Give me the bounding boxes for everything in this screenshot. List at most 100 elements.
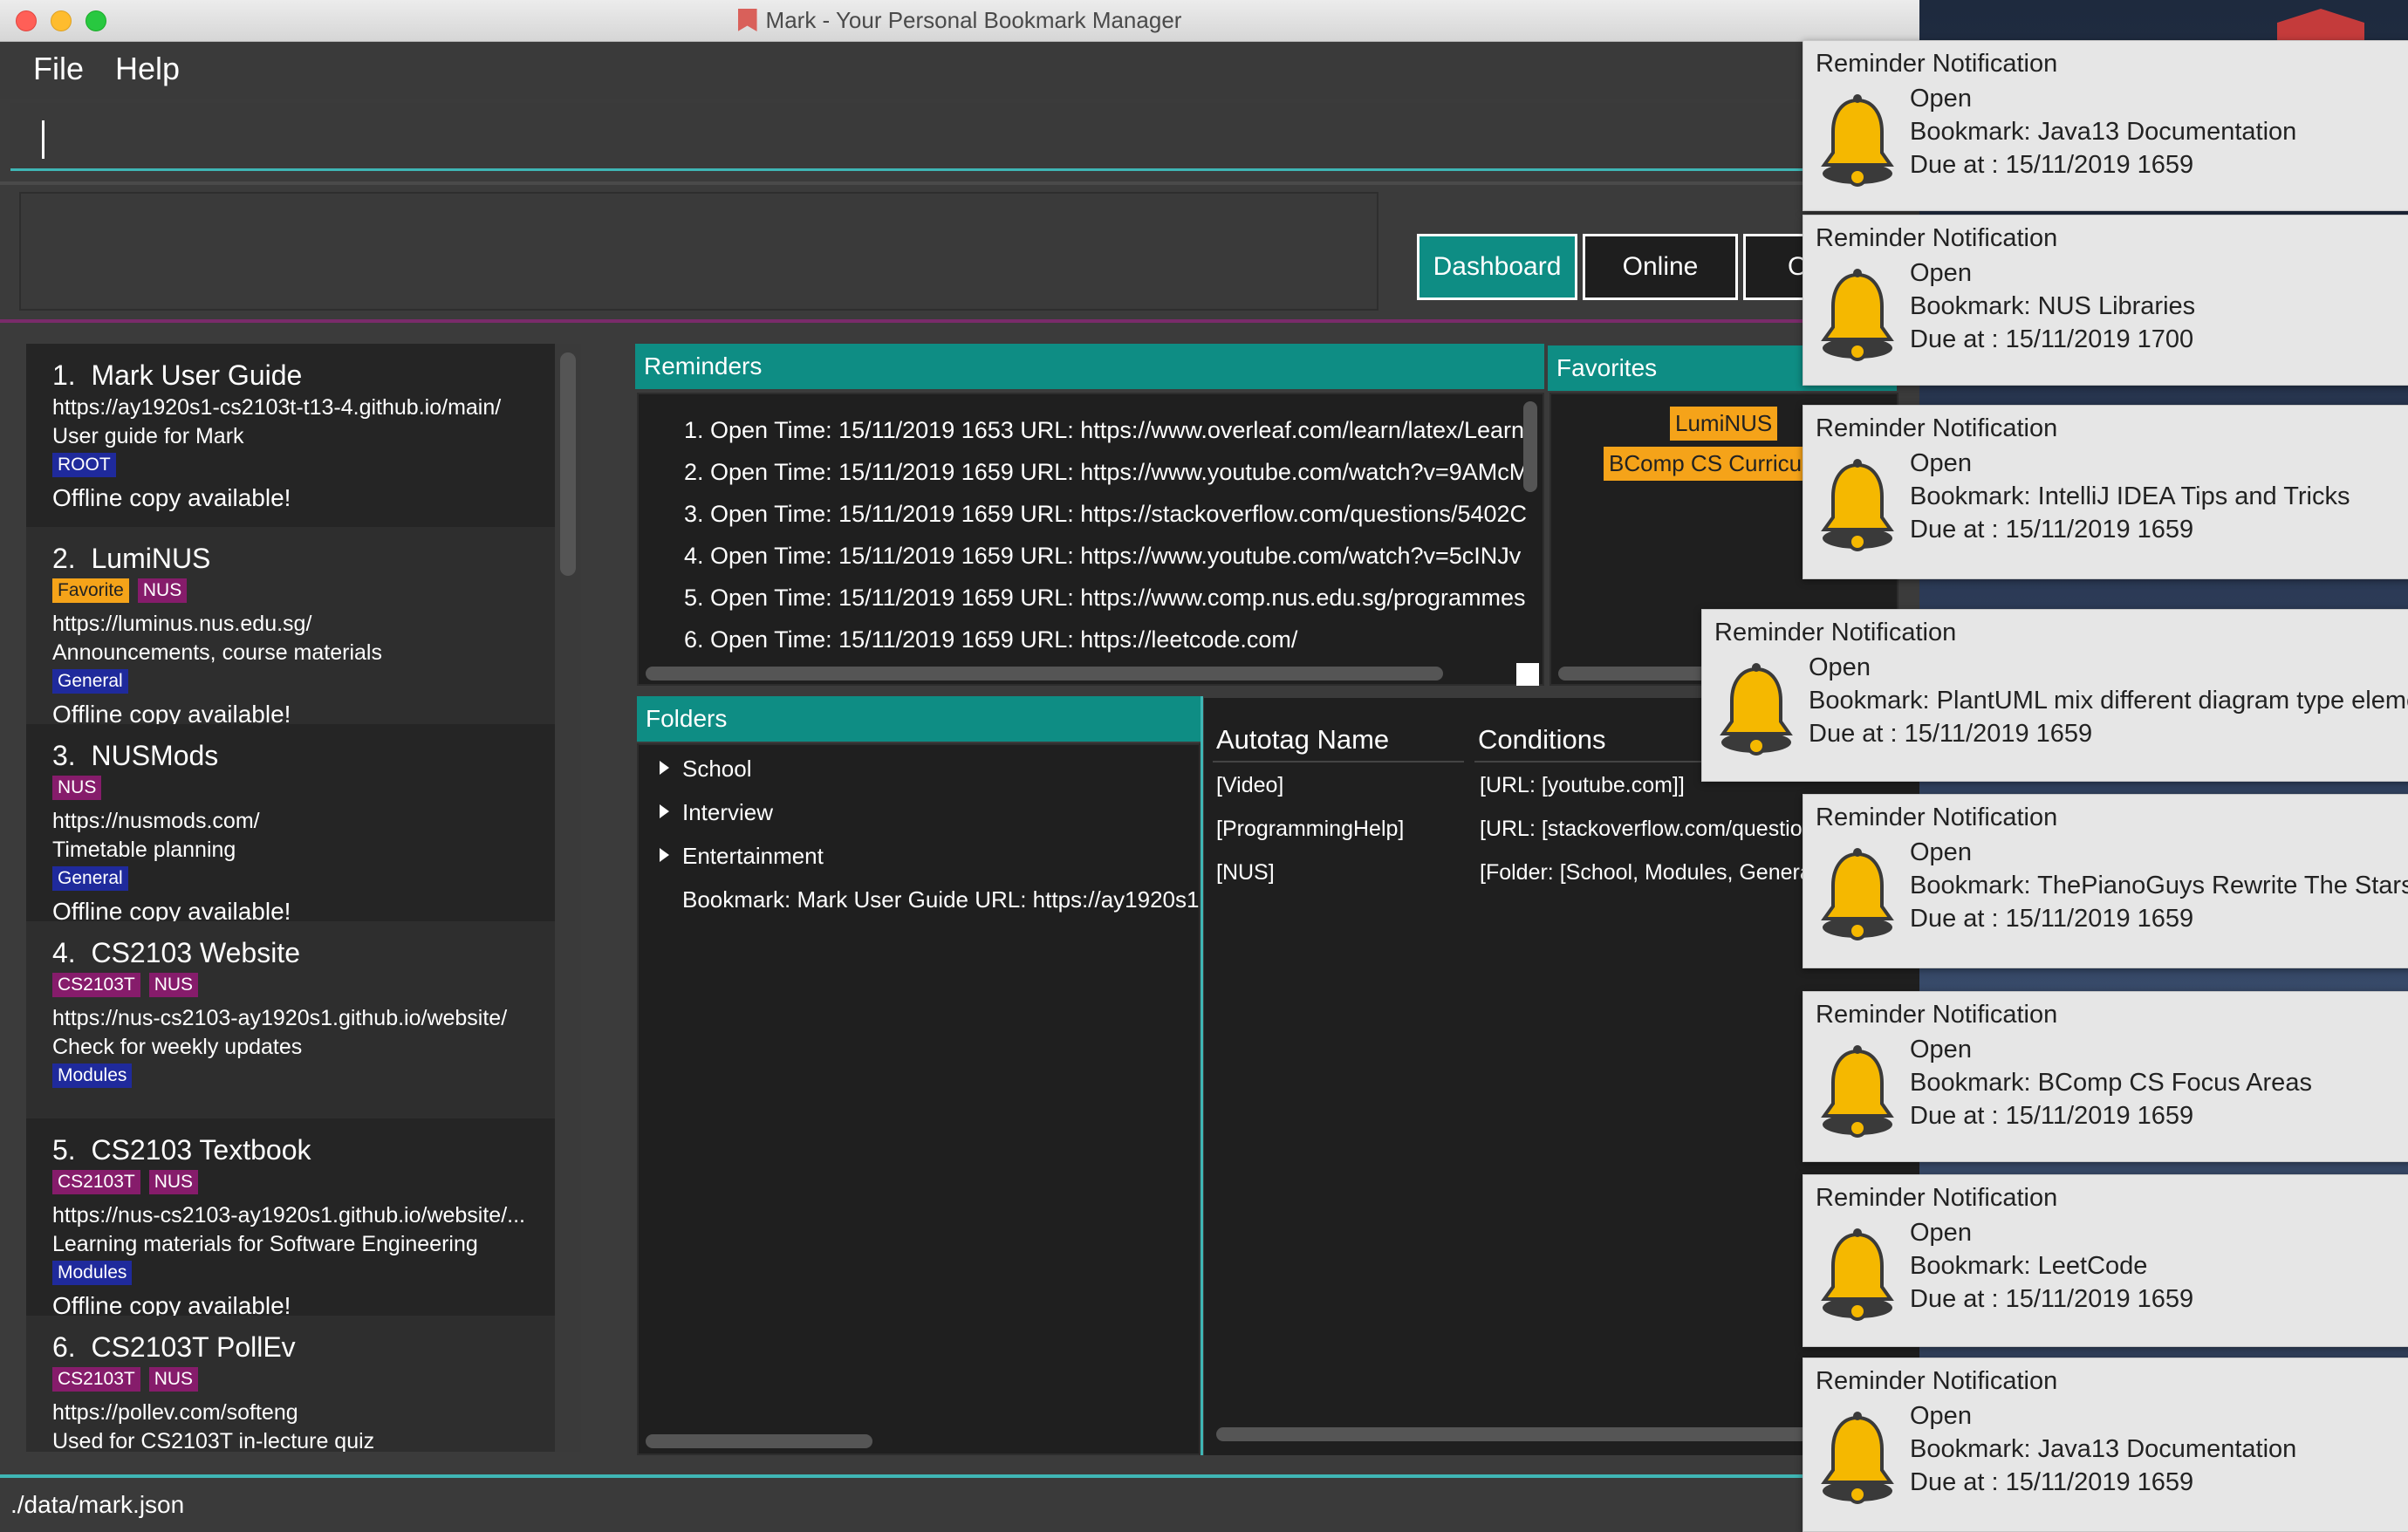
reminder-notification[interactable]: Reminder Notification Open Bookmark: Intel… xyxy=(1803,405,2408,579)
folder-bookmark-item[interactable]: Bookmark: Mark User Guide URL: https://a… xyxy=(682,886,1199,913)
autotag-name-cell[interactable]: [NUS] xyxy=(1216,860,1275,886)
notification-title: Reminder Notification xyxy=(1816,414,2058,442)
reminder-row[interactable]: 6. Open Time: 15/11/2019 1659 URL: https… xyxy=(684,626,1297,653)
bookmark-title: 6. CS2103T PollEv xyxy=(52,1331,296,1363)
reminder-notification[interactable]: Reminder Notification Open Bookmark: Plant… xyxy=(1701,609,2408,782)
bookmark-title: 5. CS2103 Textbook xyxy=(52,1134,311,1166)
bell-icon xyxy=(1816,92,1899,188)
result-display xyxy=(19,192,1378,311)
favorite-chip[interactable]: LumiNUS xyxy=(1670,407,1778,441)
autotag-name-cell[interactable]: [Video] xyxy=(1216,773,1283,798)
offline-status: Offline copy available! xyxy=(52,484,291,511)
reminders-list: 1. Open Time: 15/11/2019 1653 URL: https… xyxy=(637,393,1544,686)
divider xyxy=(0,181,1919,185)
folder-item[interactable]: School xyxy=(682,756,752,783)
bell-icon xyxy=(1816,1409,1899,1505)
bell-icon xyxy=(1816,1226,1899,1322)
bookmark-url: https://pollev.com/softeng xyxy=(52,1400,298,1425)
scroll-corner xyxy=(1516,663,1539,686)
triangle-right-icon[interactable] xyxy=(660,848,669,862)
tag-list: NUS xyxy=(52,776,555,805)
panel-divider[interactable] xyxy=(1201,696,1203,1455)
tab-dashboard[interactable]: Dashboard xyxy=(1417,234,1577,300)
bookmark-card[interactable]: 3. NUSMods NUS https://nusmods.com/ Time… xyxy=(26,724,555,925)
notification-bookmark: Bookmark: BComp CS Focus Areas xyxy=(1910,1069,2312,1097)
reminder-notification[interactable]: Reminder Notification Open Bookmark: Java1… xyxy=(1803,40,2408,211)
notification-title: Reminder Notification xyxy=(1816,224,2058,252)
notification-bookmark: Bookmark: ThePianoGuys Rewrite The Stars xyxy=(1910,872,2408,899)
triangle-right-icon[interactable] xyxy=(660,804,669,818)
notification-due: Due at : 15/11/2019 1659 xyxy=(1910,516,2194,544)
reminder-notification[interactable]: Reminder Notification Open Bookmark: LeetC… xyxy=(1803,1174,2408,1347)
reminder-row[interactable]: 3. Open Time: 15/11/2019 1659 URL: https… xyxy=(684,501,1527,528)
reminders-vertical-scrollbar[interactable] xyxy=(1523,401,1537,492)
bell-icon xyxy=(1714,660,1798,756)
tag-badge: NUS xyxy=(148,1170,199,1194)
desktop-icon xyxy=(2277,9,2364,44)
notification-title: Reminder Notification xyxy=(1714,619,1957,646)
bell-icon xyxy=(1816,456,1899,552)
notification-action: Open xyxy=(1910,838,1972,866)
bookmark-remark: Used for CS2103T in-lecture quiz xyxy=(52,1429,375,1452)
bookmark-title: 3. NUSMods xyxy=(52,740,219,771)
reminder-row[interactable]: 5. Open Time: 15/11/2019 1659 URL: https… xyxy=(684,585,1526,612)
reminder-notification[interactable]: Reminder Notification Open Bookmark: NUS L… xyxy=(1803,215,2408,386)
folder-item[interactable]: Interview xyxy=(682,799,773,826)
folders-header: Folders xyxy=(637,696,1201,742)
reminder-row[interactable]: 4. Open Time: 15/11/2019 1659 URL: https… xyxy=(684,543,1521,570)
command-input[interactable] xyxy=(10,103,1919,171)
bookmark-card[interactable]: 2. LumiNUS Favorite NUS https://luminus.n… xyxy=(26,527,555,728)
reminder-row[interactable]: 2. Open Time: 15/11/2019 1659 URL: https… xyxy=(684,459,1529,486)
bookmark-card[interactable]: 6. CS2103T PollEv CS2103T NUS https://pol… xyxy=(26,1316,555,1452)
menu-help[interactable]: Help xyxy=(115,51,180,87)
bookmark-list-scrollbar[interactable] xyxy=(560,352,576,576)
notification-title: Reminder Notification xyxy=(1816,1001,2058,1029)
folders-horizontal-scrollbar[interactable] xyxy=(646,1434,872,1448)
notification-action: Open xyxy=(1809,653,1871,681)
folder-tag: Modules xyxy=(52,1261,133,1285)
bookmark-card[interactable]: 5. CS2103 Textbook CS2103T NUS https://nu… xyxy=(26,1118,555,1319)
reminder-notification[interactable]: Reminder Notification Open Bookmark: Java1… xyxy=(1803,1358,2408,1532)
notification-bookmark: Bookmark: PlantUML mix different diagram… xyxy=(1809,687,2408,715)
tag-badge: NUS xyxy=(137,578,188,603)
bell-icon xyxy=(1816,1043,1899,1139)
menu-bar xyxy=(0,42,1919,99)
tag-list: CS2103T NUS xyxy=(52,973,555,1002)
notification-due: Due at : 15/11/2019 1700 xyxy=(1910,325,2194,353)
bookmark-title: 4. CS2103 Website xyxy=(52,937,301,968)
reminder-notification[interactable]: Reminder Notification Open Bookmark: BComp… xyxy=(1803,991,2408,1162)
favorite-chip[interactable]: BComp CS Curricu xyxy=(1604,447,1808,481)
tag-list: Favorite NUS xyxy=(52,578,555,608)
tag-badge: CS2103T xyxy=(52,1170,140,1194)
bell-icon xyxy=(1816,266,1899,362)
folder-tree: School Interview Entertainment Bookmark:… xyxy=(637,743,1201,1455)
reminders-horizontal-scrollbar[interactable] xyxy=(646,667,1443,681)
notification-due: Due at : 15/11/2019 1659 xyxy=(1910,1102,2194,1130)
autotag-conditions-cell[interactable]: [Folder: [School, Modules, Genera xyxy=(1480,860,1812,886)
bookmark-card[interactable]: 4. CS2103 Website CS2103T NUS https://nus… xyxy=(26,921,555,1118)
reminder-notification[interactable]: Reminder Notification Open Bookmark: ThePi… xyxy=(1803,794,2408,968)
menu-file[interactable]: File xyxy=(33,51,84,87)
bookmark-remark: Announcements, course materials xyxy=(52,640,382,665)
bookmark-card[interactable]: 1. Mark User Guide https://ay1920s1-cs21… xyxy=(26,344,555,527)
notification-title: Reminder Notification xyxy=(1816,1184,2058,1212)
folder-tag: General xyxy=(52,669,128,694)
notification-title: Reminder Notification xyxy=(1816,804,2058,831)
bookmark-list: 1. Mark User Guide https://ay1920s1-cs21… xyxy=(26,344,555,1452)
app-window: Mark - Your Personal Bookmark Manager Fi… xyxy=(0,0,1919,1532)
notification-bookmark: Bookmark: Java13 Documentation xyxy=(1910,1435,2297,1463)
autotag-conditions-cell[interactable]: [URL: [stackoverflow.com/questio xyxy=(1480,817,1803,842)
tab-online[interactable]: Online xyxy=(1583,234,1738,300)
reminder-row[interactable]: 1. Open Time: 15/11/2019 1653 URL: https… xyxy=(684,417,1524,444)
tag-badge: NUS xyxy=(148,973,199,997)
triangle-right-icon[interactable] xyxy=(660,761,669,775)
tag-badge: CS2103T xyxy=(52,1367,140,1392)
text-caret xyxy=(42,120,44,159)
folder-item[interactable]: Entertainment xyxy=(682,843,824,870)
autotag-name-column-header[interactable]: Autotag Name xyxy=(1216,724,1389,756)
autotag-conditions-column-header[interactable]: Conditions xyxy=(1478,724,1605,756)
bookmark-url: https://ay1920s1-cs2103t-t13-4.github.io… xyxy=(52,395,502,420)
autotag-conditions-cell[interactable]: [URL: [youtube.com]] xyxy=(1480,773,1685,798)
autotag-name-cell[interactable]: [ProgrammingHelp] xyxy=(1216,817,1404,842)
bookmark-url: https://nus-cs2103-ay1920s1.github.io/we… xyxy=(52,1203,525,1228)
